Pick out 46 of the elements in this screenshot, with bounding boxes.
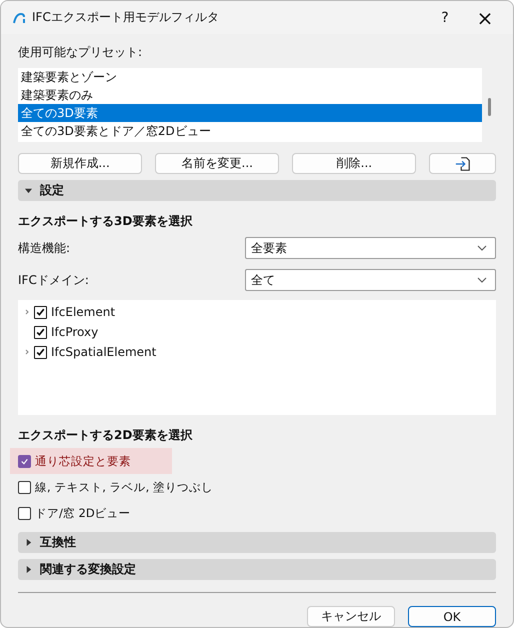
section-header[interactable]: 設定 [18,180,496,201]
option-label[interactable]: ドア/窓 2Dビュー [35,506,131,520]
tree-item[interactable]: IfcSpatialElement [51,345,156,359]
checkbox[interactable] [34,326,47,338]
section-heading: エクスポートする2D要素を選択 [18,427,194,444]
caret-icon [25,566,32,573]
help-button[interactable]: ? [425,2,465,32]
preset-button[interactable]: 名前を変更... [155,153,280,174]
section-heading: エクスポートする3D要素を選択 [18,213,194,230]
caret-icon [25,187,32,194]
checkbox[interactable] [34,306,47,318]
import-button[interactable] [429,153,496,174]
cancel-button[interactable]: キャンセル [307,606,395,627]
dropdown-field[interactable]: 全要素 [245,237,496,259]
option-label[interactable]: 通り芯設定と要素 [35,454,131,468]
checkbox[interactable] [18,480,31,494]
field-label: 構造機能: [18,240,70,256]
checkbox[interactable] [34,346,47,358]
checkbox[interactable] [18,454,31,468]
section-header[interactable]: 互換性 [18,532,496,553]
scrollbar-thumb[interactable] [488,98,491,116]
section-header[interactable]: 関連する変換設定 [18,559,496,580]
app-logo-icon [12,10,26,24]
tree-item[interactable]: IfcElement [51,305,116,319]
preset-item[interactable]: 建築要素とゾーン [18,68,482,86]
checkmark-icon [35,306,46,318]
checkmark-icon [35,326,46,338]
window-title: IFCエクスポート用モデルフィルタ [32,9,220,26]
preset-item[interactable]: 全ての3D要素とドア／窓2Dビュー [18,122,482,140]
preset-item[interactable]: 全ての3D要素 [18,104,482,122]
presets-label: 使用可能なプリセット: [18,44,144,61]
checkbox[interactable] [18,506,31,520]
chevron-down-icon [477,245,487,251]
chevron-down-icon [477,277,487,283]
ok-button[interactable]: OK [408,606,496,627]
dropdown-field[interactable]: 全て [245,269,496,291]
checkmark-icon [35,346,46,358]
preset-button[interactable]: 新規作成... [18,153,142,174]
import-icon [454,156,472,172]
tree-item[interactable]: IfcProxy [51,325,98,339]
field-label: IFCドメイン: [18,272,89,288]
option-label[interactable]: 線, テキスト, ラベル, 塗りつぶし [35,480,213,494]
caret-icon [25,539,32,546]
preset-button[interactable]: 削除... [292,153,416,174]
close-button[interactable]: × [465,2,505,32]
preset-item[interactable]: 建築要素のみ [18,86,482,104]
